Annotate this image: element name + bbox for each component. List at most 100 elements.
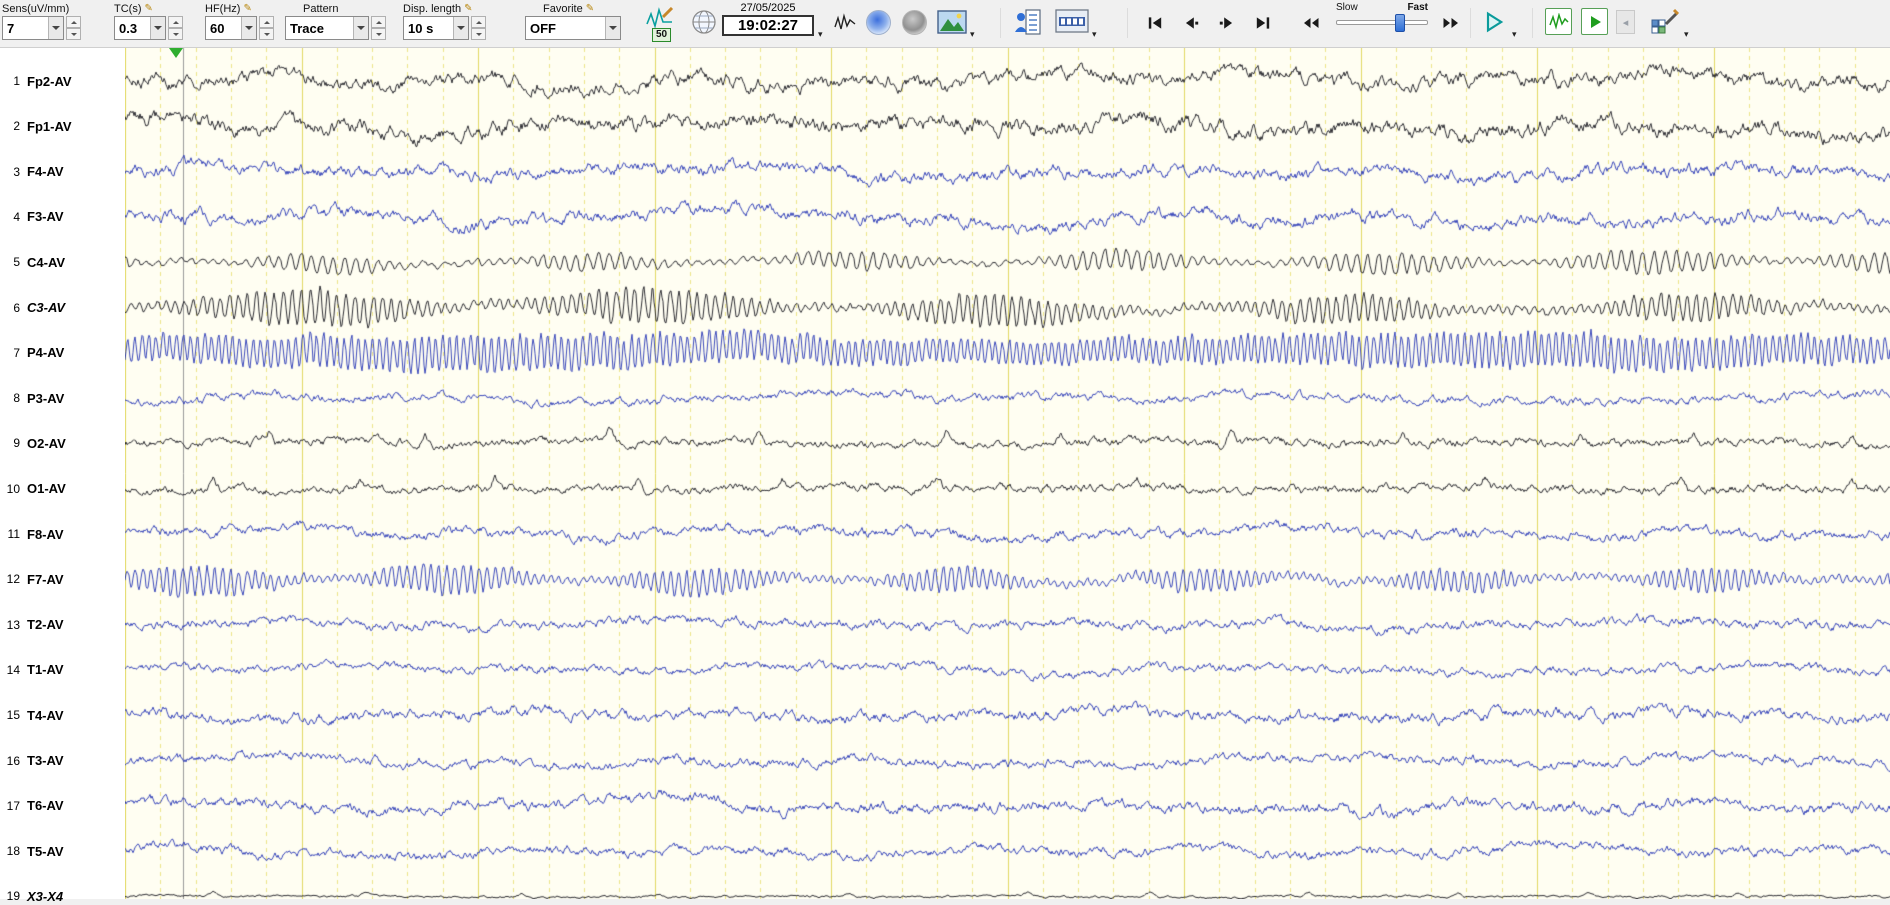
channel-number: 14 [6, 662, 20, 677]
channel-row-P3-AV[interactable]: 8 P3-AV [0, 389, 125, 407]
mini-trace-button[interactable] [832, 10, 858, 36]
toolbar: Sens(uV/mm) 7 TC(s) ✎ 0.3 HF(Hz) ✎ 60 Pa… [0, 0, 1890, 48]
channel-number: 8 [13, 391, 20, 406]
favorite-field: Favorite ✎ OFF [525, 2, 621, 40]
fast-forward-button[interactable] [1436, 8, 1466, 38]
hf-dropdown-arrow-icon[interactable] [241, 17, 256, 39]
channel-row-F4-AV[interactable]: 3 F4-AV [0, 163, 125, 181]
channel-label: F4-AV [27, 164, 64, 180]
sens-combobox[interactable]: 7 [2, 16, 64, 40]
disp-length-dropdown-arrow-icon[interactable] [453, 17, 468, 39]
channel-row-T1-AV[interactable]: 14 T1-AV [0, 661, 125, 679]
tools-dropdown-icon[interactable]: ▾ [1684, 30, 1689, 39]
channel-label: T2-AV [27, 617, 64, 633]
notch-50hz-badge[interactable]: 50 [652, 28, 672, 42]
channel-row-F3-AV[interactable]: 4 F3-AV [0, 208, 125, 226]
channel-number: 12 [6, 572, 20, 587]
channel-label: O2-AV [27, 435, 66, 451]
channel-number: 19 [6, 889, 20, 904]
position-marker[interactable] [169, 48, 183, 58]
rewind-button[interactable] [1296, 8, 1326, 38]
media-button[interactable] [936, 8, 968, 36]
montage-globe-button[interactable] [690, 8, 718, 36]
channel-label: T4-AV [27, 707, 64, 723]
speed-slider-handle[interactable] [1395, 14, 1405, 32]
pattern-value: Trace [290, 20, 324, 36]
speed-slider-track[interactable] [1336, 14, 1428, 32]
skip-to-end-button[interactable] [1248, 8, 1278, 38]
channel-row-P4-AV[interactable]: 7 P4-AV [0, 344, 125, 362]
favorite-combobox[interactable]: OFF [525, 16, 621, 40]
favorite-label: Favorite [543, 2, 583, 15]
datetime-dropdown-icon[interactable]: ▾ [818, 30, 823, 39]
channel-label: X3-X4 [27, 888, 64, 904]
speed-slider-group: Slow Fast [1336, 2, 1428, 32]
hf-combobox[interactable]: 60 [205, 16, 257, 40]
channel-number: 16 [6, 753, 20, 768]
pattern-label: Pattern [303, 2, 339, 15]
pattern-dropdown-arrow-icon[interactable] [353, 17, 368, 39]
step-back-button[interactable] [1176, 8, 1206, 38]
eeg-trace-canvas[interactable] [125, 48, 1890, 899]
play-button[interactable] [1478, 6, 1510, 38]
pencil-icon[interactable]: ✎ [243, 3, 251, 14]
disp-length-combobox[interactable]: 10 s [403, 16, 469, 40]
patient-info-icon [1015, 9, 1041, 35]
head-model-button[interactable] [900, 8, 928, 36]
time-display[interactable]: 19:02:27 [722, 15, 814, 36]
pattern-combobox[interactable]: Trace [285, 16, 369, 40]
pattern-field: Pattern Trace [285, 2, 386, 40]
channel-row-Fp1-AV[interactable]: 2 Fp1-AV [0, 117, 125, 135]
channel-number: 5 [13, 255, 20, 270]
channel-row-T4-AV[interactable]: 15 T4-AV [0, 706, 125, 724]
channel-label-gutter: 1 Fp2-AV 2 Fp1-AV 3 F4-AV 4 F3-AV 5 C4-AV 6 C3-AV 7 P… [0, 48, 125, 904]
slow-label: Slow [1336, 2, 1358, 13]
channel-row-C4-AV[interactable]: 5 C4-AV [0, 253, 125, 271]
skip-to-start-button[interactable] [1140, 8, 1170, 38]
channel-row-F8-AV[interactable]: 11 F8-AV [0, 525, 125, 543]
brain-topography-icon [865, 9, 891, 35]
fast-label: Fast [1407, 2, 1428, 13]
channel-row-C3-AV[interactable]: 6 C3-AV [0, 299, 125, 317]
channel-row-F7-AV[interactable]: 12 F7-AV [0, 570, 125, 588]
channel-row-T5-AV[interactable]: 18 T5-AV [0, 842, 125, 860]
channel-row-Fp2-AV[interactable]: 1 Fp2-AV [0, 72, 125, 90]
favorite-dropdown-arrow-icon[interactable] [605, 17, 620, 39]
sens-dropdown-arrow-icon[interactable] [48, 17, 63, 39]
step-forward-button[interactable] [1212, 8, 1242, 38]
channel-row-T3-AV[interactable]: 16 T3-AV [0, 752, 125, 770]
pencil-icon[interactable]: ✎ [586, 3, 594, 14]
rewind-icon [1304, 18, 1319, 28]
media-dropdown-icon[interactable]: ▾ [970, 30, 975, 39]
channel-label: P3-AV [27, 390, 65, 406]
start-analysis-button[interactable] [1581, 8, 1608, 35]
analysis-trace-button[interactable] [1545, 8, 1572, 35]
globe-icon [692, 10, 716, 34]
pattern-spinner[interactable] [371, 16, 386, 40]
brain-map-button[interactable] [864, 8, 892, 36]
channel-label: T5-AV [27, 843, 64, 859]
channel-row-O1-AV[interactable]: 10 O1-AV [0, 480, 125, 498]
channel-row-O2-AV[interactable]: 9 O2-AV [0, 434, 125, 452]
channel-number: 6 [13, 300, 20, 315]
tc-combobox[interactable]: 0.3 [114, 16, 166, 40]
tools-button[interactable] [1648, 6, 1682, 38]
channel-row-T2-AV[interactable]: 13 T2-AV [0, 616, 125, 634]
disp-length-spinner[interactable] [471, 16, 486, 40]
pencil-icon[interactable]: ✎ [145, 3, 153, 14]
video-button[interactable] [1054, 8, 1090, 36]
channel-row-T6-AV[interactable]: 17 T6-AV [0, 797, 125, 815]
play-dropdown-icon[interactable]: ▾ [1512, 30, 1517, 39]
channel-row-X3-X4[interactable]: 19 X3-X4 [0, 887, 125, 905]
sens-spinner[interactable] [66, 16, 81, 40]
video-dropdown-icon[interactable]: ▾ [1092, 30, 1097, 39]
hf-spinner[interactable] [259, 16, 274, 40]
disp-length-field: Disp. length ✎ 10 s [403, 2, 486, 40]
photo-icon [937, 10, 967, 34]
tc-dropdown-arrow-icon[interactable] [150, 17, 165, 39]
patient-info-button[interactable] [1012, 6, 1044, 38]
pencil-icon[interactable]: ✎ [464, 3, 472, 14]
history-back-button[interactable]: ◂ [1616, 10, 1635, 34]
channel-number: 11 [7, 527, 20, 541]
tc-spinner[interactable] [168, 16, 183, 40]
